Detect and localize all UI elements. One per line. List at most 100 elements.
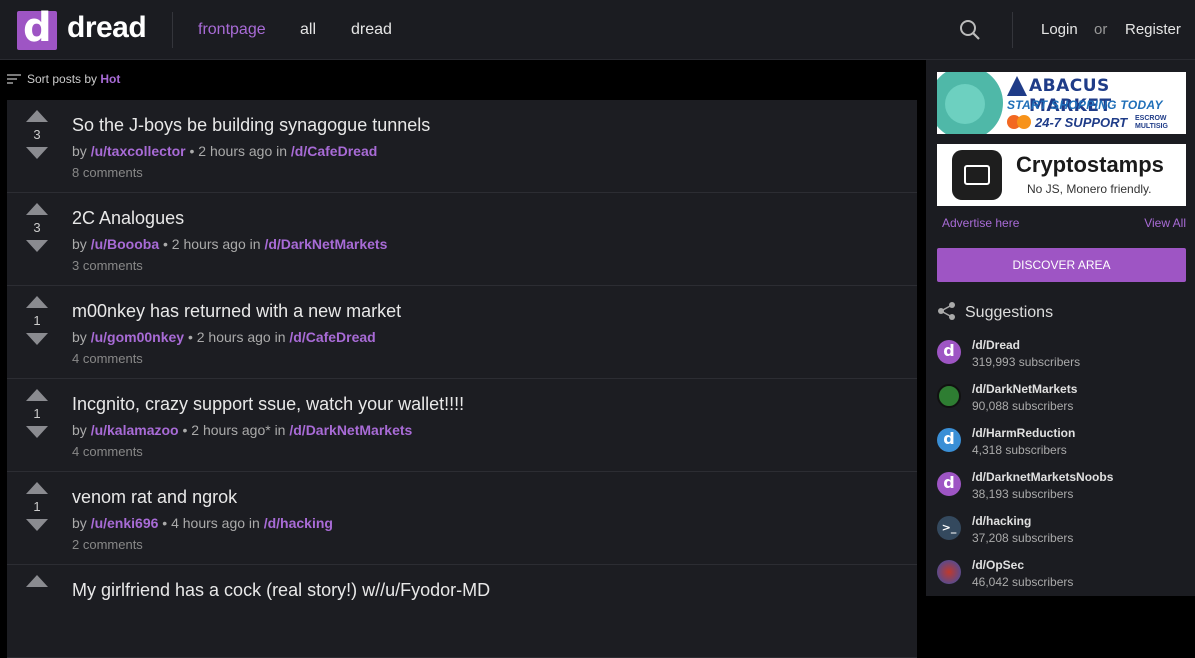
suggestion-name[interactable]: /d/OpSec bbox=[972, 558, 1024, 572]
post-title[interactable]: Incgnito, crazy support ssue, watch your… bbox=[72, 394, 464, 415]
suggestion-name[interactable]: /d/DarkNetMarkets bbox=[972, 382, 1077, 396]
suggestions-title: Suggestions bbox=[965, 304, 1054, 321]
post-title[interactable]: 2C Analogues bbox=[72, 208, 184, 229]
post-score: 1 bbox=[33, 499, 41, 514]
sort-label: Sort posts by bbox=[27, 72, 98, 86]
upvote-icon[interactable] bbox=[26, 296, 48, 308]
downvote-icon[interactable] bbox=[26, 147, 48, 159]
suggestion-subscribers: 90,088 subscribers bbox=[972, 399, 1074, 413]
view-all-link[interactable]: View All bbox=[1144, 216, 1186, 230]
upvote-icon[interactable] bbox=[26, 482, 48, 494]
nav-all[interactable]: all bbox=[300, 21, 316, 39]
post-meta: by /u/taxcollector • 2 hours ago in /d/C… bbox=[72, 143, 377, 159]
post-meta: by /u/kalamazoo • 2 hours ago* in /d/Dar… bbox=[72, 422, 412, 438]
post-score: 1 bbox=[33, 313, 41, 328]
suggestion-name[interactable]: /d/Dread bbox=[972, 338, 1020, 352]
nav-frontpage[interactable]: frontpage bbox=[198, 21, 266, 39]
sort-icon bbox=[7, 74, 21, 84]
post-subdread[interactable]: /d/CafeDread bbox=[291, 143, 377, 159]
sort-bar[interactable]: Sort posts by Hot bbox=[7, 72, 120, 86]
suggestion-name[interactable]: /d/HarmReduction bbox=[972, 426, 1075, 440]
abacus-logo-icon bbox=[1007, 76, 1027, 96]
post-subdread[interactable]: /d/CafeDread bbox=[289, 329, 375, 345]
post-list: 3 So the J-boys be building synagogue tu… bbox=[7, 100, 917, 658]
ad-subtitle: No JS, Monero friendly. bbox=[1027, 182, 1152, 196]
sort-value[interactable]: Hot bbox=[100, 72, 120, 86]
suggestion-item[interactable]: >_ /d/hacking 37,208 subscribers bbox=[937, 514, 1187, 558]
post-time: • 2 hours ago* in bbox=[178, 422, 290, 438]
suggestion-subscribers: 46,042 subscribers bbox=[972, 575, 1074, 589]
pill-graphic bbox=[945, 84, 985, 124]
by-text: by bbox=[72, 515, 87, 531]
post-author[interactable]: /u/taxcollector bbox=[91, 143, 186, 159]
post-subdread[interactable]: /d/DarkNetMarkets bbox=[264, 236, 387, 252]
comments-link[interactable]: 8 comments bbox=[72, 165, 143, 180]
comments-link[interactable]: 4 comments bbox=[72, 444, 143, 459]
brand-name[interactable]: dread bbox=[67, 11, 147, 45]
by-text: by bbox=[72, 236, 87, 252]
ad-tagline: START SHOPPING TODAY bbox=[1007, 98, 1163, 112]
downvote-icon[interactable] bbox=[26, 333, 48, 345]
post-title[interactable]: venom rat and ngrok bbox=[72, 487, 237, 508]
post-meta: by /u/Boooba • 2 hours ago in /d/DarkNet… bbox=[72, 236, 387, 252]
divider bbox=[172, 12, 173, 48]
post-subdread[interactable]: /d/DarkNetMarkets bbox=[289, 422, 412, 438]
suggestion-item[interactable]: d /d/HarmReduction 4,318 subscribers bbox=[937, 426, 1187, 470]
or-text: or bbox=[1094, 21, 1108, 38]
suggestion-subscribers: 319,993 subscribers bbox=[972, 355, 1081, 369]
post-time: • 2 hours ago in bbox=[184, 329, 290, 345]
upvote-icon[interactable] bbox=[26, 203, 48, 215]
post-author[interactable]: /u/Boooba bbox=[91, 236, 159, 252]
post-title[interactable]: So the J-boys be building synagogue tunn… bbox=[72, 115, 430, 136]
post-title[interactable]: m00nkey has returned with a new market bbox=[72, 301, 401, 322]
dread-logo[interactable]: d bbox=[17, 5, 57, 51]
post-item: 1 venom rat and ngrok by /u/enki696 • 4 … bbox=[7, 472, 917, 565]
register-link[interactable]: Register bbox=[1125, 21, 1181, 38]
login-link[interactable]: Login bbox=[1041, 21, 1078, 38]
suggestion-item[interactable]: d /d/Dread 319,993 subscribers bbox=[937, 338, 1187, 382]
downvote-icon[interactable] bbox=[26, 240, 48, 252]
post-author[interactable]: /u/enki696 bbox=[91, 515, 159, 531]
comments-link[interactable]: 3 comments bbox=[72, 258, 143, 273]
downvote-icon[interactable] bbox=[26, 426, 48, 438]
by-text: by bbox=[72, 422, 87, 438]
ad-links: Advertise here View All bbox=[942, 216, 1186, 230]
suggestion-name[interactable]: /d/hacking bbox=[972, 514, 1031, 528]
comments-link[interactable]: 2 comments bbox=[72, 537, 143, 552]
ad-support: 24-7 SUPPORT bbox=[1035, 115, 1128, 130]
by-text: by bbox=[72, 329, 87, 345]
post-author[interactable]: /u/kalamazoo bbox=[91, 422, 179, 438]
post-item: 1 m00nkey has returned with a new market… bbox=[7, 286, 917, 379]
post-title[interactable]: My girlfriend has a cock (real story!) w… bbox=[72, 580, 490, 601]
post-score: 3 bbox=[33, 220, 41, 235]
advertise-link[interactable]: Advertise here bbox=[942, 216, 1019, 230]
post-time: • 4 hours ago in bbox=[158, 515, 264, 531]
upvote-icon[interactable] bbox=[26, 389, 48, 401]
terminal-icon: >_ bbox=[937, 516, 961, 540]
suggestion-name[interactable]: /d/DarknetMarketsNoobs bbox=[972, 470, 1113, 484]
discover-area-button[interactable]: DISCOVER AREA bbox=[937, 248, 1186, 282]
suggestion-item[interactable]: /d/OpSec 46,042 subscribers bbox=[937, 558, 1187, 602]
downvote-icon[interactable] bbox=[26, 519, 48, 531]
abacus-market-ad[interactable]: ABACUS MARKET START SHOPPING TODAY 24-7 … bbox=[937, 72, 1186, 134]
post-author[interactable]: /u/gom00nkey bbox=[91, 329, 184, 345]
subdread-avatar bbox=[937, 384, 961, 408]
search-icon[interactable] bbox=[959, 19, 981, 41]
suggestion-item[interactable]: /d/DarkNetMarkets 90,088 subscribers bbox=[937, 382, 1187, 426]
subdread-avatar: d bbox=[937, 472, 961, 496]
cryptostamps-ad[interactable]: Cryptostamps No JS, Monero friendly. bbox=[937, 144, 1186, 206]
post-meta: by /u/enki696 • 4 hours ago in /d/hackin… bbox=[72, 515, 333, 531]
post-item: 1 Incgnito, crazy support ssue, watch yo… bbox=[7, 379, 917, 472]
upvote-icon[interactable] bbox=[26, 110, 48, 122]
vote-control: 1 bbox=[25, 480, 49, 535]
ad-title: Cryptostamps bbox=[1016, 152, 1164, 177]
post-time: • 2 hours ago in bbox=[159, 236, 265, 252]
sidebar: ABACUS MARKET START SHOPPING TODAY 24-7 … bbox=[926, 60, 1195, 596]
comments-link[interactable]: 4 comments bbox=[72, 351, 143, 366]
upvote-icon[interactable] bbox=[26, 575, 48, 587]
nav-dread[interactable]: dread bbox=[351, 21, 392, 39]
suggestion-item[interactable]: d /d/DarknetMarketsNoobs 38,193 subscrib… bbox=[937, 470, 1187, 514]
post-subdread[interactable]: /d/hacking bbox=[264, 515, 333, 531]
logo-letter: d bbox=[23, 5, 52, 51]
vote-control: 1 bbox=[25, 294, 49, 349]
